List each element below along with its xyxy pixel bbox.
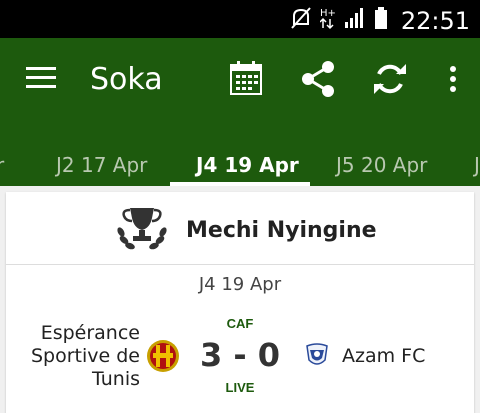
app-bar: Soka [0,38,480,123]
match-date: J4 19 Apr [198,274,282,295]
tab-j2[interactable]: J2 17 Apr [56,153,147,177]
trophy-icon [117,208,167,250]
tab-partial-right[interactable]: J [474,153,480,177]
tab-partial-left[interactable]: r [0,153,4,177]
competition-label: CAF [226,316,254,331]
more-icon[interactable] [448,66,458,92]
mute-icon [291,7,311,29]
status-bar: H+ 22:51 [0,0,480,38]
league-header[interactable]: Mechi Nyingine [6,192,474,265]
network-icon: H+ [320,8,336,30]
away-team-name: Azam FC [342,345,426,367]
refresh-icon[interactable] [372,60,408,98]
share-icon[interactable] [300,60,336,98]
app-title: Soka [90,62,163,97]
status-icons: H+ [290,6,388,30]
match-card[interactable]: Mechi Nyingine J4 19 Apr Espérance Sport… [6,192,474,413]
match-status: LIVE [225,380,255,395]
matchday-tabs: r J2 17 Apr J4 19 Apr J5 20 Apr J [0,123,480,186]
tab-j5[interactable]: J5 20 Apr [336,153,427,177]
tab-indicator [170,182,310,186]
menu-icon[interactable] [26,66,56,90]
clock: 22:51 [400,7,470,35]
tab-j4[interactable]: J4 19 Apr [196,153,299,177]
calendar-icon[interactable] [230,60,262,96]
svg-text:H+: H+ [320,8,336,19]
away-team-crest [306,343,328,365]
signal-icon [345,8,363,28]
league-name: Mechi Nyingine [186,218,377,243]
battery-icon [375,7,387,29]
